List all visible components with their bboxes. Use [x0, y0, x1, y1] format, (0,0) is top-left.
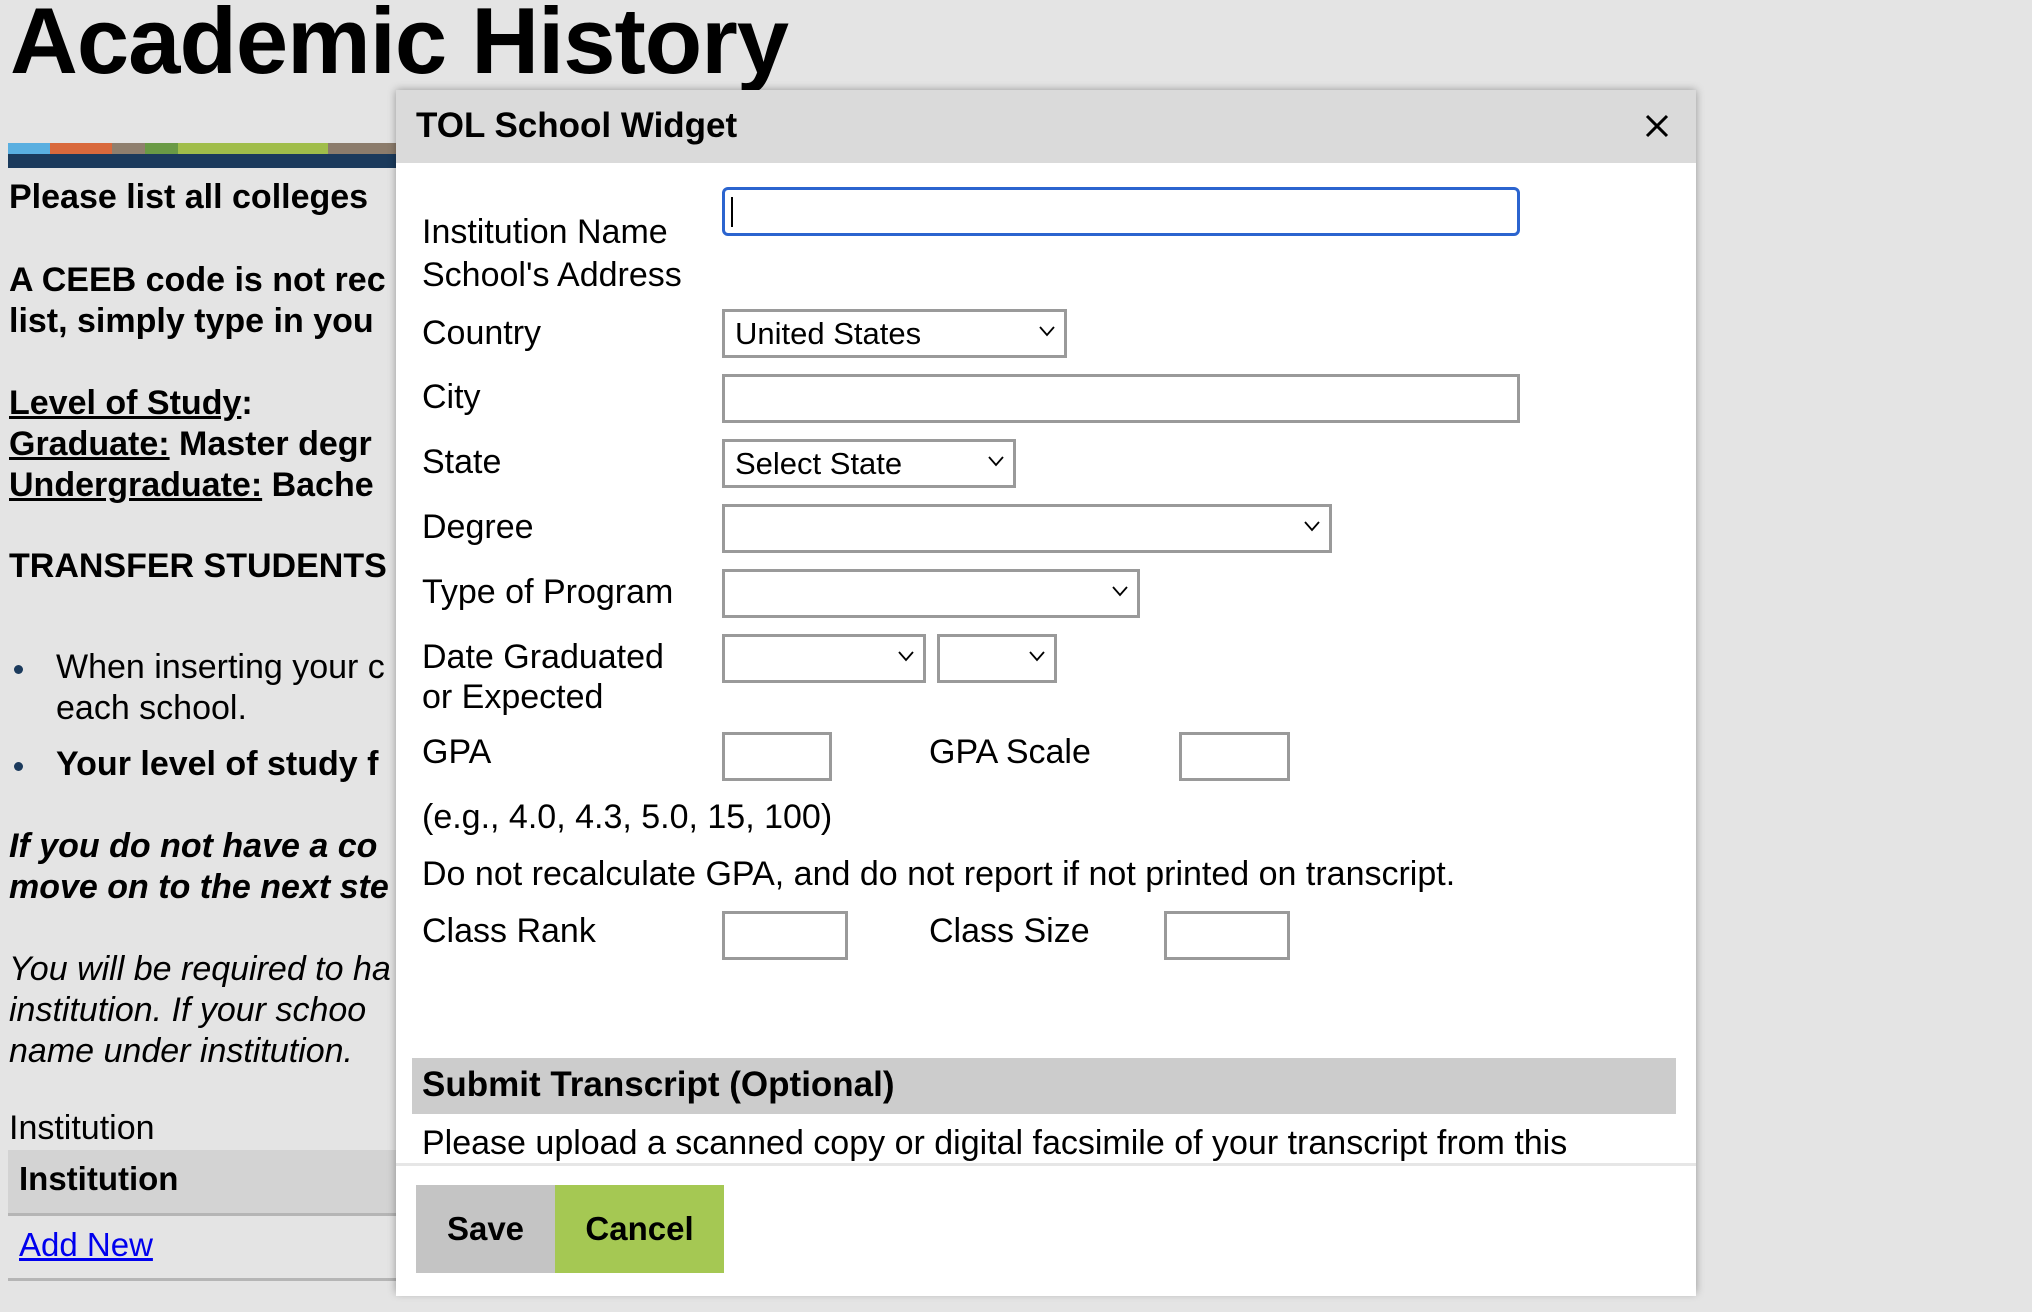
city-input[interactable]	[722, 374, 1520, 423]
graduation-year-select[interactable]	[937, 634, 1057, 683]
institution-table-header: Institution	[8, 1150, 408, 1216]
dialog-header: TOL School Widget	[396, 90, 1696, 163]
institution-section-label: Institution	[9, 1109, 155, 1147]
dialog-body[interactable]: Institution Name School's Address Countr…	[396, 163, 1696, 1163]
country-select[interactable]: United States	[722, 309, 1067, 358]
stripe-segment	[112, 143, 145, 154]
dialog-footer: Save Cancel	[396, 1163, 1696, 1296]
graduate-label: Graduate:	[9, 425, 170, 463]
level-colon: :	[241, 384, 253, 422]
ceeb-text-line1: A CEEB code is not rec	[9, 261, 386, 299]
state-label: State	[422, 443, 502, 481]
date-graduated-label-line1: Date Graduated	[422, 638, 664, 676]
add-new-link[interactable]: Add New	[19, 1226, 153, 1264]
degree-select[interactable]	[722, 504, 1332, 553]
school-widget-dialog: TOL School Widget Institution Name Schoo…	[396, 90, 1696, 1296]
bullet-2-line1: Your level of study f	[56, 745, 379, 783]
close-icon	[1645, 114, 1669, 138]
cancel-button[interactable]: Cancel	[555, 1185, 724, 1273]
save-button[interactable]: Save	[416, 1185, 555, 1273]
chevron-down-icon	[1112, 586, 1128, 597]
chevron-down-icon	[988, 456, 1004, 467]
bullet-icon	[14, 762, 23, 771]
chevron-down-icon	[1304, 521, 1320, 532]
school-address-heading: School's Address	[422, 256, 682, 294]
no-college-line1: If you do not have a co	[9, 827, 378, 865]
state-select[interactable]: Select State	[722, 439, 1016, 488]
gpa-scale-input[interactable]	[1179, 732, 1290, 781]
dialog-title: TOL School Widget	[416, 106, 738, 145]
decorative-stripe	[8, 143, 408, 168]
required-line3: name under institution.	[9, 1032, 353, 1070]
program-type-select[interactable]	[722, 569, 1140, 618]
graduation-month-select[interactable]	[722, 634, 926, 683]
ceeb-text-line2: list, simply type in you	[9, 302, 374, 340]
intro-text: Please list all colleges	[9, 178, 369, 216]
class-size-label: Class Size	[929, 912, 1090, 950]
undergraduate-label: Undergraduate:	[9, 466, 263, 504]
page-title: Academic History	[10, 0, 789, 93]
gpa-input[interactable]	[722, 732, 832, 781]
transcript-section-header: Submit Transcript (Optional)	[412, 1058, 1676, 1114]
undergraduate-line: Undergraduate: Bache	[9, 465, 374, 506]
institution-name-label: Institution Name	[422, 213, 668, 251]
country-label: Country	[422, 314, 542, 352]
program-type-label: Type of Program	[422, 573, 674, 611]
date-graduated-label-line2: or Expected	[422, 678, 604, 716]
class-size-input[interactable]	[1164, 911, 1290, 960]
graduate-line: Graduate: Master degr	[9, 424, 372, 465]
text-cursor	[731, 197, 733, 227]
country-value: United States	[735, 316, 922, 351]
gpa-label: GPA	[422, 733, 492, 771]
institution-column-header: Institution	[19, 1160, 179, 1197]
transfer-heading: TRANSFER STUDENTS	[9, 547, 387, 585]
bullet-1-line1: When inserting your c	[56, 648, 385, 686]
undergraduate-text: Bache	[262, 466, 374, 504]
table-row: Add New	[8, 1216, 408, 1281]
stripe-segment	[50, 143, 112, 154]
no-college-line2: move on to the next ste	[9, 868, 389, 906]
stripe-segment	[178, 143, 328, 154]
state-value: Select State	[735, 446, 903, 481]
level-of-study-label: Level of Study	[9, 384, 242, 422]
class-rank-label: Class Rank	[422, 912, 596, 950]
stripe-base	[8, 154, 408, 168]
gpa-note-text: Do not recalculate GPA, and do not repor…	[422, 855, 1456, 893]
institution-name-input[interactable]	[722, 187, 1520, 236]
gpa-scale-label: GPA Scale	[929, 733, 1091, 771]
graduate-text: Master degr	[169, 425, 372, 463]
gpa-example-text: (e.g., 4.0, 4.3, 5.0, 15, 100)	[422, 798, 833, 836]
stripe-segment	[145, 143, 178, 154]
level-of-study-heading: Level of Study:	[9, 383, 253, 424]
chevron-down-icon	[1039, 326, 1055, 337]
transcript-heading: Submit Transcript (Optional)	[422, 1065, 895, 1104]
city-label: City	[422, 378, 481, 416]
stripe-segment	[8, 143, 50, 154]
close-button[interactable]	[1644, 113, 1670, 139]
chevron-down-icon	[1029, 651, 1045, 662]
chevron-down-icon	[898, 651, 914, 662]
required-line1: You will be required to ha	[9, 950, 391, 988]
bullet-icon	[14, 665, 23, 674]
class-rank-input[interactable]	[722, 911, 848, 960]
degree-label: Degree	[422, 508, 534, 546]
transcript-instructions: Please upload a scanned copy or digital …	[422, 1124, 1568, 1162]
bullet-1-line2: each school.	[56, 689, 247, 727]
required-line2: institution. If your schoo	[9, 991, 367, 1029]
